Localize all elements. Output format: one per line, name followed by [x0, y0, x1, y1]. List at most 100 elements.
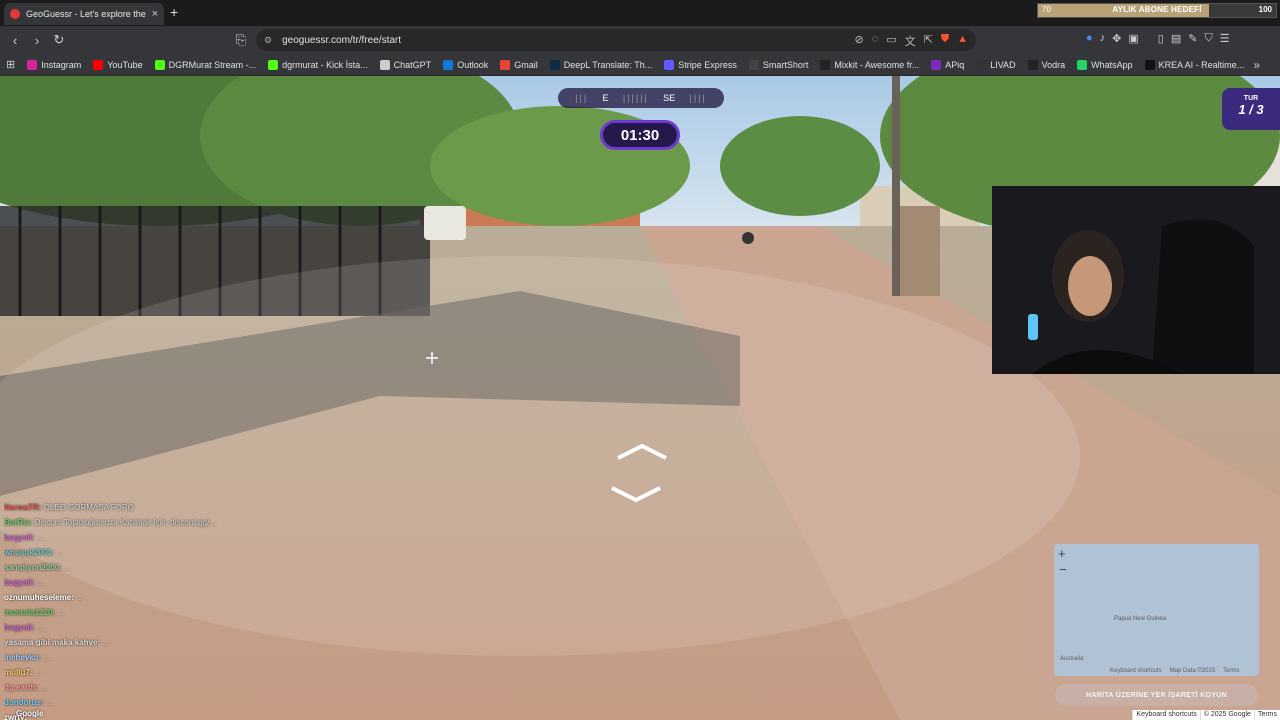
reload-button[interactable]: ↻ [48, 29, 70, 51]
bookmark-label: Gmail [514, 59, 538, 70]
bookmark-label: Stripe Express [678, 59, 737, 70]
chat-message: mullu7: ... [4, 665, 354, 680]
bookmark-item[interactable]: Outlook [443, 59, 489, 70]
more-bookmarks-icon[interactable]: » [1253, 58, 1260, 72]
bookmark-favicon-icon [820, 59, 831, 70]
bookmark-item[interactable]: YouTube [93, 59, 143, 70]
chat-username: wnusuk2001: [4, 548, 55, 557]
translate-icon[interactable]: 文 [905, 33, 916, 49]
zoom-out-button[interactable]: − [1059, 562, 1067, 577]
bookmark-label: SmartShort [762, 59, 809, 70]
chat-message: mustafa1210: ... [4, 605, 354, 620]
bookmark-label: Outlook [457, 59, 489, 70]
bookmark-label: KREA AI - Realtime... [1158, 59, 1245, 70]
guess-minimap[interactable]: + − Papua New Guinea Australia Keyboard … [1054, 544, 1259, 676]
google-footer: Keyboard shortcuts © 2025 Google Terms [1132, 710, 1280, 720]
share-icon[interactable]: ⇱ [924, 33, 933, 49]
chat-message: bugyali: ... [4, 575, 354, 590]
map-shortcuts[interactable]: Keyboard shortcuts [1110, 668, 1162, 674]
chat-message: BotRix: Discord Topluluğumuza Katılmak İ… [4, 515, 354, 530]
bookmark-label: DGRMurat Stream -... [168, 59, 257, 70]
leo-ai-icon[interactable]: ✎ [1188, 32, 1197, 45]
bookmark-label: LIVAD [990, 59, 1016, 70]
bookmark-item[interactable]: DGRMurat Stream -... [154, 59, 257, 70]
split-view-icon[interactable]: ▣ [1128, 32, 1138, 45]
chat-text: ... [40, 683, 48, 692]
mute-icon[interactable]: ⊘ [854, 33, 863, 49]
google-footer-link[interactable]: © 2025 Google [1199, 710, 1254, 720]
eye-off-icon[interactable]: ◌ [872, 33, 879, 49]
chat-text: ... [56, 548, 64, 557]
chat-username: BotRix: [4, 518, 33, 527]
bookmark-item[interactable]: ChatGPT [379, 59, 431, 70]
bookmark-item[interactable]: SmartShort [748, 59, 809, 70]
chat-message: yasama gibi maka kahve: ... [4, 635, 354, 650]
compass-ticks: ||| [575, 93, 589, 103]
site-info-icon[interactable]: ⚙ [264, 35, 272, 46]
bookmark-item[interactable]: WhatsApp [1077, 59, 1133, 70]
map-label-png: Papua New Guinea [1114, 616, 1167, 622]
shield-icon[interactable]: ⛉ [1204, 32, 1212, 45]
chat-username: NarwaTR: [4, 503, 42, 512]
chat-text: ... [45, 698, 53, 707]
bookmark-item[interactable]: Gmail [500, 59, 538, 70]
chat-text: ... [36, 533, 44, 542]
address-bar[interactable]: ⚙ geoguessr.com/tr/free/start ⊘ ◌ ▭ 文 ⇱ … [256, 29, 976, 51]
brave-shield-icon[interactable]: ⛊ [941, 33, 949, 49]
chat-message: dondorus: ... [4, 695, 354, 710]
chat-username: bugyali: [4, 533, 35, 542]
bookmark-item[interactable]: KREA AI - Realtime... [1144, 59, 1245, 70]
bookmark-item[interactable]: Vodra [1027, 59, 1065, 70]
bookmark-favicon-icon [748, 59, 759, 70]
bookmark-favicon-icon [931, 59, 942, 70]
browser-tab[interactable]: GeoGuessr - Let's explore the × [4, 3, 164, 25]
map-attribution: Keyboard shortcuts Map Data ©2025 Terms [1110, 668, 1240, 674]
goal-label: AYLIK ABONE HEDEFİ [1112, 5, 1202, 14]
vpn-icon[interactable]: ● [1086, 32, 1093, 45]
bookmark-favicon-icon [443, 59, 454, 70]
puzzle-icon[interactable]: ✥ [1112, 32, 1121, 45]
bookmark-item[interactable]: APiq [931, 59, 964, 70]
chat-text: Discord Topluluğumuza Katılmak İçin: dis… [34, 518, 216, 527]
chat-text: ... [57, 608, 65, 617]
sidebar-icon[interactable]: ▯ [1158, 32, 1164, 45]
map-terms[interactable]: Terms [1223, 668, 1239, 674]
google-footer-link[interactable]: Keyboard shortcuts [1132, 710, 1200, 720]
map-label-australia: Australia [1060, 656, 1084, 662]
apps-grid-icon[interactable]: ⊞ [6, 58, 15, 71]
bookmark-item[interactable]: LIVAD [976, 59, 1016, 70]
compass-right-heading: SE [663, 93, 676, 103]
bookmark-item[interactable]: Instagram [27, 59, 81, 70]
bookmark-item[interactable]: dgrmurat - Kick İsta... [268, 59, 368, 70]
chat-username: sampiyon2000: [4, 563, 62, 572]
chat-username: mustafa1210: [4, 608, 56, 617]
guess-button[interactable]: HARİTA ÜZERİNE YER İŞARETİ KOYUN [1055, 684, 1258, 706]
bookmark-page-icon[interactable]: ⎘ [230, 29, 252, 51]
new-tab-button[interactable]: + [170, 4, 178, 20]
bookmark-item[interactable]: Mixkit - Awesome fr... [820, 59, 919, 70]
chat-message: oznumuheseleme: ... [4, 590, 354, 605]
bookmark-favicon-icon [664, 59, 675, 70]
bookmark-item[interactable]: DeepL Translate: Th... [549, 59, 652, 70]
brave-rewards-icon[interactable]: ▲ [957, 33, 968, 49]
menu-icon[interactable]: ☰ [1220, 32, 1230, 45]
zoom-in-button[interactable]: + [1058, 546, 1066, 561]
back-button[interactable]: ‹ [4, 29, 26, 51]
chat-message: wnusuk2001: ... [4, 545, 354, 560]
subscriber-goal-bar: 70 AYLIK ABONE HEDEFİ 100 [1037, 3, 1277, 18]
google-footer-link[interactable]: Terms [1253, 710, 1280, 720]
tab-close-icon[interactable]: × [152, 8, 158, 20]
cast-icon[interactable]: ▭ [886, 33, 896, 49]
street-view[interactable]: ||| E |||||| SE |||| 01:30 TUR 1 / 3 Nar… [0, 76, 1280, 720]
url-text[interactable]: geoguessr.com/tr/free/start [282, 35, 401, 46]
bookmarks-bar: ⊞ Instagram YouTube DGRMurat Stream -... dg… [0, 54, 1280, 76]
map-data: Map Data ©2025 [1169, 668, 1216, 674]
chat-text: ... [34, 668, 42, 677]
bookmark-item[interactable]: Stripe Express [664, 59, 737, 70]
bookmark-favicon-icon [500, 59, 511, 70]
wallet-icon[interactable]: ▤ [1171, 32, 1181, 45]
extension-icon[interactable]: ♪ [1100, 32, 1106, 45]
chat-username: dondorus: [4, 698, 44, 707]
forward-button[interactable]: › [26, 29, 48, 51]
chat-message: bugyali: ... [4, 620, 354, 635]
